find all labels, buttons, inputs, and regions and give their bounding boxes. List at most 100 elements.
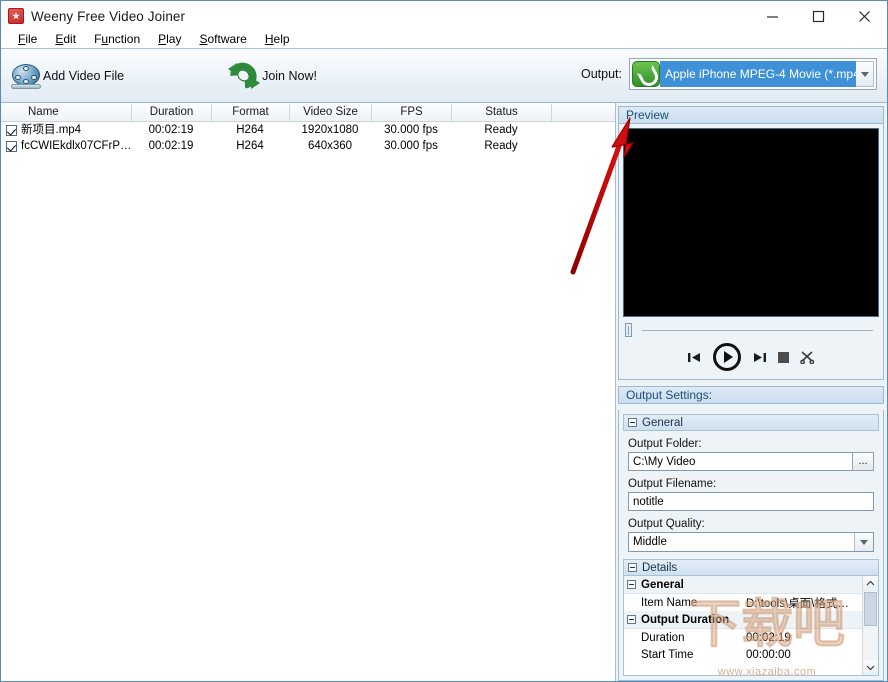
right-panel: Preview xyxy=(616,103,887,681)
close-button[interactable] xyxy=(841,1,887,31)
output-settings-title: Output Settings: xyxy=(618,386,884,404)
row-checkbox[interactable] xyxy=(6,141,17,152)
column-header-status[interactable]: Status xyxy=(452,104,552,121)
row-checkbox[interactable] xyxy=(6,125,17,136)
stop-button[interactable] xyxy=(778,352,789,363)
join-now-label: Join Now! xyxy=(262,69,317,83)
output-format-value: Apple iPhone MPEG-4 Movie (*.mp4) xyxy=(660,61,856,87)
menu-help[interactable]: Help xyxy=(256,31,299,48)
maximize-button[interactable] xyxy=(795,1,841,31)
output-filename-input[interactable]: notitle xyxy=(628,492,874,511)
output-quality-select[interactable]: Middle xyxy=(628,532,874,552)
file-format: H264 xyxy=(211,138,289,154)
collapse-icon[interactable] xyxy=(628,563,637,572)
details-section-output-duration[interactable]: Output Duration xyxy=(624,611,862,629)
file-format: H264 xyxy=(211,122,289,138)
output-settings-panel: General Output Folder: C:\My Video ... O… xyxy=(618,410,884,681)
output-quality-value: Middle xyxy=(629,536,854,548)
details-row-start-time: Start Time 00:00:00 xyxy=(624,646,862,663)
output-folder-input[interactable]: C:\My Video xyxy=(628,452,853,471)
window-title: Weeny Free Video Joiner xyxy=(31,9,185,24)
file-list-rows: 新项目.mp4 00:02:19 H264 1920x1080 30.000 f… xyxy=(1,122,615,681)
menu-function[interactable]: Function xyxy=(85,31,149,48)
collapse-icon[interactable] xyxy=(628,418,637,427)
menu-bar: File Edit Function Play Software Help xyxy=(1,31,887,49)
file-status: Ready xyxy=(451,138,551,154)
chevron-down-icon xyxy=(866,664,875,671)
play-icon xyxy=(724,351,733,363)
video-preview-surface[interactable] xyxy=(623,128,879,317)
join-now-button[interactable]: Join Now! xyxy=(228,62,317,90)
chevron-down-icon xyxy=(861,72,869,77)
skip-previous-icon xyxy=(687,351,702,364)
column-header-duration[interactable]: Duration xyxy=(132,104,212,121)
scrollbar-thumb[interactable] xyxy=(864,592,877,626)
application-window: Weeny Free Video Joiner File Edit Functi… xyxy=(0,0,888,682)
output-format-dropdown-button[interactable] xyxy=(856,61,874,87)
file-fps: 30.000 fps xyxy=(371,138,451,154)
scroll-down-button[interactable] xyxy=(863,660,878,675)
collapse-icon[interactable] xyxy=(627,615,636,624)
general-group-header[interactable]: General xyxy=(623,414,879,431)
output-folder-label: Output Folder: xyxy=(628,438,879,450)
details-key: Start Time xyxy=(624,649,746,661)
preview-panel xyxy=(618,124,884,380)
app-logo-icon xyxy=(8,8,24,24)
next-button[interactable] xyxy=(752,351,767,364)
table-row[interactable]: fcCWIEkdlx07CFrP… 00:02:19 H264 640x360 … xyxy=(1,138,615,154)
details-grid: General Item Name D:\tools\桌面\格式… Output… xyxy=(623,576,879,676)
previous-button[interactable] xyxy=(687,351,702,364)
stop-icon xyxy=(778,352,789,363)
general-group-label: General xyxy=(642,417,683,429)
column-header-fps[interactable]: FPS xyxy=(372,104,452,121)
file-name: 新项目.mp4 xyxy=(21,122,81,138)
column-header-video-size[interactable]: Video Size xyxy=(290,104,372,121)
green-phone-icon xyxy=(632,61,660,87)
menu-play[interactable]: Play xyxy=(149,31,190,48)
play-button[interactable] xyxy=(713,343,741,371)
toolbar: Add Video File Join Now! Output: Apple i… xyxy=(1,49,887,103)
seek-slider-track[interactable] xyxy=(642,330,873,331)
seek-slider-thumb[interactable] xyxy=(625,323,632,337)
menu-edit[interactable]: Edit xyxy=(46,31,85,48)
window-controls xyxy=(749,1,887,31)
file-duration: 00:02:19 xyxy=(131,122,211,138)
chevron-up-icon xyxy=(866,580,875,587)
menu-software[interactable]: Software xyxy=(190,31,255,48)
file-name: fcCWIEkdlx07CFrP… xyxy=(21,138,131,154)
details-group-label: Details xyxy=(642,562,677,574)
output-filename-label: Output Filename: xyxy=(628,478,879,490)
minimize-button[interactable] xyxy=(749,1,795,31)
skip-next-icon xyxy=(752,351,767,364)
details-value: 00:02:19 xyxy=(746,632,862,644)
details-section-general[interactable]: General xyxy=(624,576,862,594)
add-video-file-button[interactable]: Add Video File xyxy=(11,63,124,89)
table-row[interactable]: 新项目.mp4 00:02:19 H264 1920x1080 30.000 f… xyxy=(1,122,615,138)
output-quality-dropdown-button[interactable] xyxy=(854,533,873,551)
details-row-item-name: Item Name D:\tools\桌面\格式… xyxy=(624,594,862,611)
output-format-area: Output: Apple iPhone MPEG-4 Movie (*.mp4… xyxy=(581,58,877,90)
details-row-duration: Duration 00:02:19 xyxy=(624,629,862,646)
details-key: Duration xyxy=(624,632,746,644)
chevron-down-icon xyxy=(860,540,868,545)
details-group-header[interactable]: Details xyxy=(623,559,879,576)
output-label: Output: xyxy=(581,67,622,81)
details-scrollbar[interactable] xyxy=(862,576,878,675)
green-recycle-arrows-icon xyxy=(228,62,260,90)
column-header-name[interactable]: Name xyxy=(22,104,132,121)
menu-file[interactable]: File xyxy=(9,31,46,48)
main-body: Name Duration Format Video Size FPS Stat… xyxy=(1,103,887,681)
output-format-combobox[interactable]: Apple iPhone MPEG-4 Movie (*.mp4) xyxy=(629,58,877,90)
details-value: 00:00:00 xyxy=(746,649,862,661)
details-section-label: Output Duration xyxy=(641,614,862,626)
scroll-up-button[interactable] xyxy=(863,576,878,591)
collapse-icon[interactable] xyxy=(627,580,636,589)
file-list-header: Name Duration Format Video Size FPS Stat… xyxy=(1,103,615,122)
file-video-size: 1920x1080 xyxy=(289,122,371,138)
cut-button[interactable] xyxy=(800,350,815,364)
file-video-size: 640x360 xyxy=(289,138,371,154)
seek-slider[interactable] xyxy=(623,317,879,339)
output-quality-label: Output Quality: xyxy=(628,518,879,530)
browse-folder-button[interactable]: ... xyxy=(852,452,874,471)
column-header-format[interactable]: Format xyxy=(212,104,290,121)
